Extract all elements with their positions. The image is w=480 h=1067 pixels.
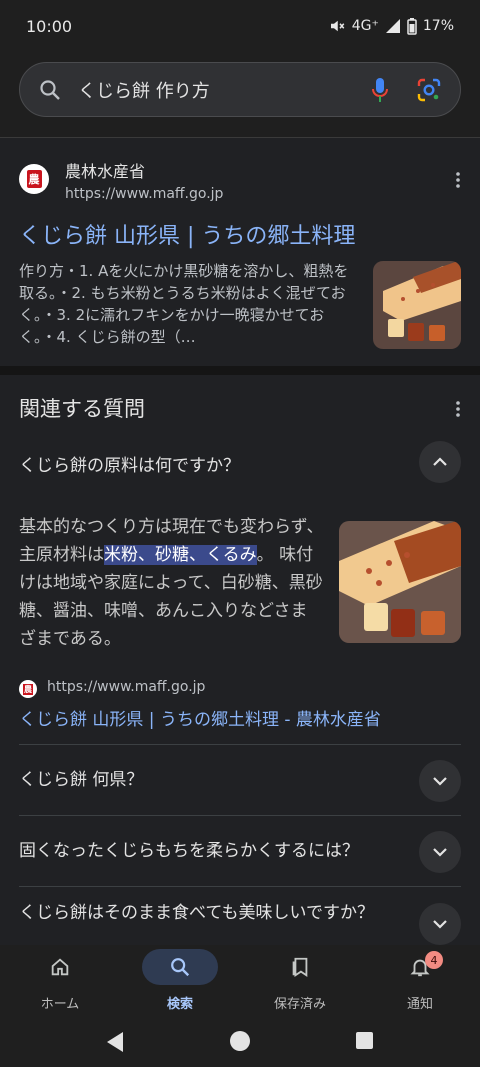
more-vert-icon[interactable]: [456, 172, 460, 188]
recents-icon[interactable]: [355, 1031, 374, 1050]
section-separator: [0, 366, 480, 375]
nav-search-label: 検索: [166, 997, 193, 1012]
answer-text: 基本的なつくり方は現在でも変わらず、主原材料は米粉、砂糖、くるみ。 味付けは地域…: [19, 513, 324, 653]
site-favicon: 農: [19, 164, 49, 194]
chevron-down-icon: [433, 777, 447, 786]
site-name: 農林水産省: [65, 162, 146, 181]
nav-saved[interactable]: 保存済み: [240, 945, 360, 1017]
search-result[interactable]: 農 農林水産省 https://www.maff.go.jp くじら餅 山形県 …: [0, 138, 480, 366]
network-type: 4G⁺: [351, 18, 379, 34]
result-thumbnail[interactable]: [373, 261, 461, 349]
more-vert-icon[interactable]: [456, 401, 460, 417]
nav-notifications[interactable]: 4 通知: [360, 945, 480, 1017]
nav-saved-icon-wrap: [262, 949, 338, 985]
search-input[interactable]: くじら餅 作り方: [78, 77, 370, 103]
expand-button[interactable]: [419, 903, 461, 945]
expand-button[interactable]: [419, 831, 461, 873]
result-title-link[interactable]: くじら餅 山形県 | うちの郷土料理: [19, 218, 355, 250]
divider: [19, 744, 461, 745]
home-button-icon[interactable]: [229, 1030, 251, 1052]
search-icon: [40, 79, 60, 100]
search-icon: [171, 958, 190, 977]
status-bar: 10:00 4G⁺ 17%: [0, 0, 480, 52]
collapse-button[interactable]: [419, 441, 461, 483]
question-item[interactable]: 固くなったくじらもちを柔らかくするには？: [19, 839, 389, 863]
related-questions-heading: 関連する質問: [19, 397, 145, 421]
status-time: 10:00: [26, 16, 73, 36]
system-navigation: [0, 1017, 480, 1067]
mute-icon: [330, 20, 345, 32]
source-title-link[interactable]: くじら餅 山形県 | うちの郷土料理 - 農林水産省: [19, 705, 381, 730]
lens-icon[interactable]: [416, 77, 442, 103]
status-icons: 4G⁺ 17%: [328, 17, 454, 35]
nav-home-label: ホーム: [40, 997, 80, 1012]
question-expanded[interactable]: くじら餅の原料は何ですか？: [19, 451, 240, 476]
question-item[interactable]: くじら餅 何県？: [19, 768, 389, 792]
nav-search[interactable]: 検索: [120, 945, 240, 1017]
battery-icon: [407, 17, 417, 35]
notification-badge: 4: [425, 951, 443, 969]
signal-icon: [385, 19, 400, 33]
bookmark-icon: [292, 957, 308, 977]
nav-search-icon-wrap: [142, 949, 218, 985]
home-icon: [51, 958, 69, 976]
back-icon[interactable]: [105, 1031, 125, 1053]
chevron-down-icon: [433, 920, 447, 929]
result-snippet: 作り方・1. Aを火にかけ黒砂糖を溶かし、粗熱を取る。・2. もち米粉とうるち米…: [19, 262, 349, 346]
bottom-navigation: ホーム 検索 保存済み 4 通知: [0, 945, 480, 1017]
microphone-icon[interactable]: [370, 76, 390, 104]
chevron-up-icon: [433, 457, 447, 466]
nav-notifications-label: 通知: [406, 997, 433, 1012]
source-url: https://www.maff.go.jp: [47, 679, 206, 695]
nav-notifications-icon-wrap: 4: [382, 949, 458, 985]
nav-home[interactable]: ホーム: [0, 945, 120, 1017]
site-url: https://www.maff.go.jp: [65, 186, 224, 202]
search-bar[interactable]: くじら餅 作り方: [19, 62, 461, 117]
source-favicon: 農: [19, 680, 37, 698]
question-item[interactable]: くじら餅はそのまま食べても美味しいですか？: [19, 901, 389, 925]
divider: [19, 886, 461, 887]
nav-home-icon-wrap: [22, 949, 98, 985]
divider: [19, 815, 461, 816]
battery-level: 17%: [422, 18, 454, 34]
related-questions: 関連する質問 くじら餅の原料は何ですか？ 基本的なつくり方は現在でも変わらず、主…: [0, 375, 480, 945]
chevron-down-icon: [433, 848, 447, 857]
expand-button[interactable]: [419, 760, 461, 802]
answer-highlight: 米粉、砂糖、くるみ: [104, 545, 257, 565]
nav-saved-label: 保存済み: [273, 997, 326, 1012]
answer-image[interactable]: [339, 521, 461, 643]
